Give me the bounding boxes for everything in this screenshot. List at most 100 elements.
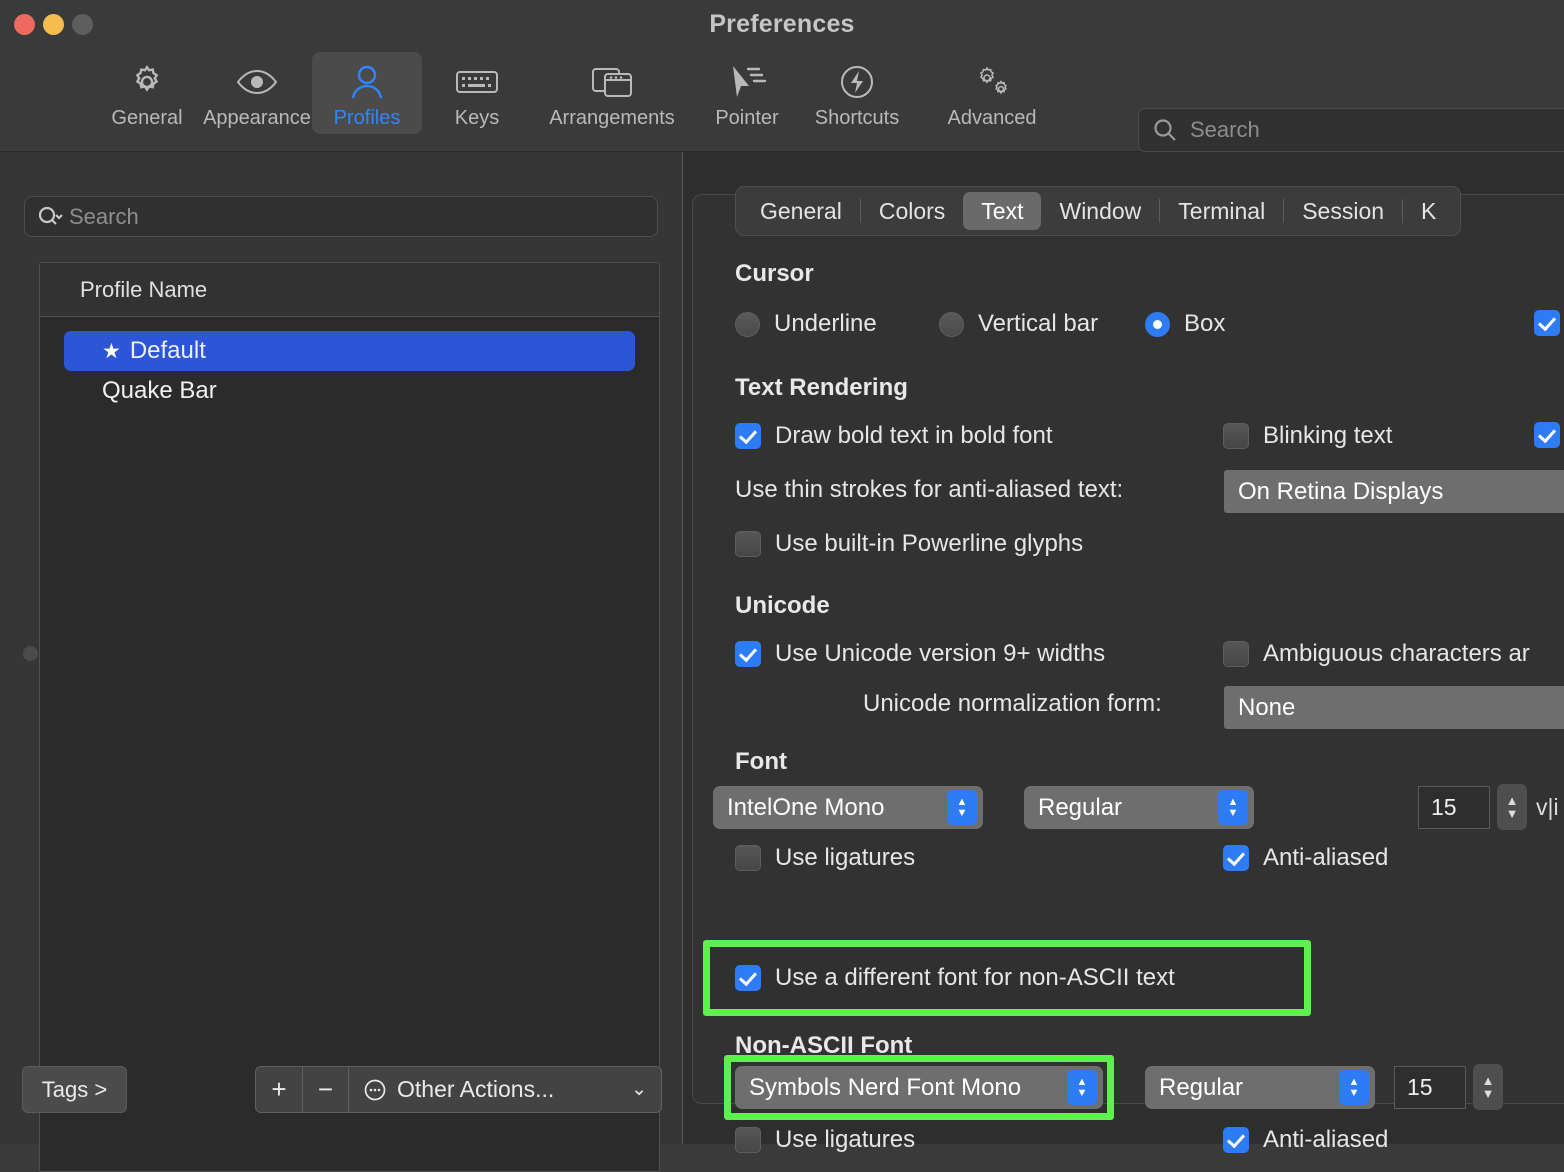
stepper-arrows-icon[interactable]: ▲▼ [947,790,977,825]
star-icon: ★ [102,339,121,364]
font-ligatures-checkbox[interactable] [735,845,761,871]
font-antialiased-checkbox[interactable] [1223,845,1249,871]
list-item[interactable]: ★ Default [64,331,635,371]
unicode-normalization-value: None [1238,694,1295,722]
cursor-option-vertical-bar[interactable]: Vertical bar [939,310,1098,338]
profiles-list-column-header[interactable]: Profile Name [40,263,659,317]
sidebar-search-placeholder: Search [69,204,139,230]
font-sample-clipped: v|i [1536,794,1559,821]
radio-underline[interactable] [735,312,760,337]
toolbar-item-keys[interactable]: Keys [422,52,532,134]
non-ascii-ligatures-row[interactable]: Use ligatures [735,1126,915,1154]
tab-keys[interactable]: K [1403,192,1454,230]
tab-general[interactable]: General [742,192,860,230]
font-ligatures-row[interactable]: Use ligatures [735,844,915,872]
add-profile-button[interactable]: + [256,1067,303,1112]
font-antialiased-row[interactable]: Anti-aliased [1223,844,1388,872]
radio-vertical-bar[interactable] [939,312,964,337]
stepper-arrows-icon[interactable]: ▲▼ [1067,1070,1097,1105]
powerline-glyphs-checkbox[interactable] [735,531,761,557]
powerline-glyphs-label: Use built-in Powerline glyphs [775,530,1083,558]
toolbar-item-appearance[interactable]: Appearance [202,52,312,134]
text-rendering-section-title: Text Rendering [735,374,908,402]
non-ascii-font-weight-popup[interactable]: Regular ▲▼ [1145,1066,1375,1109]
sidebar-search-input[interactable]: Search [24,196,658,237]
draw-bold-text-checkbox[interactable] [735,423,761,449]
ellipsis-circle-icon [363,1078,387,1102]
tab-session[interactable]: Session [1284,192,1402,230]
blinking-text-row[interactable]: Blinking text [1223,422,1392,450]
toolbar-item-label: Profiles [334,108,401,128]
toolbar-item-shortcuts[interactable]: Shortcuts [802,52,912,134]
non-ascii-font-size-stepper[interactable]: ▲▼ [1473,1064,1503,1110]
font-ligatures-label: Use ligatures [775,844,915,872]
list-item-label: Quake Bar [102,377,217,405]
non-ascii-font-size-value: 15 [1407,1074,1433,1101]
settings-tabbar: General Colors Text Window Terminal Sess… [735,186,1461,236]
checkbox-clipped[interactable] [1534,310,1560,336]
profiles-sidebar: Search Profile Name ★ Default Quake Bar … [0,152,683,1144]
use-a-different-font-for-non-ascii-text-label: Use a different font for non-ASCII text [775,964,1175,992]
toolbar-item-general[interactable]: General [92,52,202,134]
use-a-different-font-for-non-ascii-text-row[interactable]: Use a different font for non-ASCII text [735,964,1175,992]
search-dropdown-icon [37,204,63,230]
toolbar-item-pointer[interactable]: Pointer [692,52,802,134]
sidebar-resize-handle[interactable] [23,646,38,661]
font-weight-popup[interactable]: Regular ▲▼ [1024,786,1254,829]
tab-terminal[interactable]: Terminal [1160,192,1283,230]
powerline-glyphs-row[interactable]: Use built-in Powerline glyphs [735,530,1083,558]
ambiguous-characters-checkbox[interactable] [1223,641,1249,667]
person-icon [350,62,384,102]
cursor-option-label: Underline [774,310,877,338]
checkbox-clipped[interactable] [1534,422,1560,448]
remove-profile-button[interactable]: − [303,1067,349,1112]
tab-window[interactable]: Window [1041,192,1159,230]
cursor-option-underline[interactable]: Underline [735,310,877,338]
bolt-icon [838,62,876,102]
toolbar-search-field[interactable]: Search [1138,108,1564,152]
ambiguous-characters-row[interactable]: Ambiguous characters ar [1223,640,1530,668]
stepper-arrows-icon[interactable]: ▲▼ [1218,790,1248,825]
other-actions-button[interactable]: Other Actions... ⌄ [349,1067,661,1112]
font-family-popup[interactable]: IntelOne Mono ▲▼ [713,786,983,829]
font-weight-value: Regular [1038,794,1122,822]
non-ascii-antialiased-label: Anti-aliased [1263,1126,1388,1154]
unicode-normalization-label: Unicode normalization form: [863,690,1162,718]
toolbar-item-label: Shortcuts [815,108,899,128]
toolbar-item-label: Keys [455,108,499,128]
unicode-normalization-popup[interactable]: None [1224,686,1564,729]
list-item[interactable]: Quake Bar [64,371,635,411]
unicode-widths-row[interactable]: Use Unicode version 9+ widths [735,640,1105,668]
unicode-widths-checkbox[interactable] [735,641,761,667]
toolbar-item-profiles[interactable]: Profiles [312,52,422,134]
non-ascii-font-family-popup[interactable]: Symbols Nerd Font Mono ▲▼ [735,1066,1103,1109]
tags-button[interactable]: Tags > [22,1066,127,1113]
thin-strokes-label: Use thin strokes for anti-aliased text: [735,476,1123,504]
stepper-arrows-icon[interactable]: ▲▼ [1339,1070,1369,1105]
draw-bold-text-label: Draw bold text in bold font [775,422,1053,450]
radio-box[interactable] [1145,312,1170,337]
non-ascii-ligatures-checkbox[interactable] [735,1127,761,1153]
blinking-text-checkbox[interactable] [1223,423,1249,449]
tab-text[interactable]: Text [963,192,1041,230]
toolbar-search-placeholder: Search [1190,117,1260,143]
eye-icon [235,62,279,102]
tab-colors[interactable]: Colors [861,192,963,230]
font-size-stepper[interactable]: ▲▼ [1497,784,1527,830]
non-ascii-font-size-input[interactable]: 15 [1394,1066,1466,1109]
cursor-option-box[interactable]: Box [1145,310,1225,338]
toolbar-item-arrangements[interactable]: Arrangements [532,52,692,134]
cursor-icon [727,62,767,102]
blinking-text-label: Blinking text [1263,422,1392,450]
font-size-input[interactable]: 15 [1418,786,1490,829]
use-a-different-font-for-non-ascii-text-checkbox[interactable] [735,965,761,991]
text-rendering-edge-checkbox[interactable] [1534,422,1560,448]
non-ascii-antialiased-checkbox[interactable] [1223,1127,1249,1153]
toolbar-item-advanced[interactable]: Advanced [912,52,1072,134]
draw-bold-text-row[interactable]: Draw bold text in bold font [735,422,1053,450]
thin-strokes-popup[interactable]: On Retina Displays [1224,470,1564,513]
windows-icon [591,62,633,102]
thin-strokes-value: On Retina Displays [1238,478,1443,506]
cursor-edge-checkbox[interactable] [1534,310,1560,336]
non-ascii-antialiased-row[interactable]: Anti-aliased [1223,1126,1388,1154]
